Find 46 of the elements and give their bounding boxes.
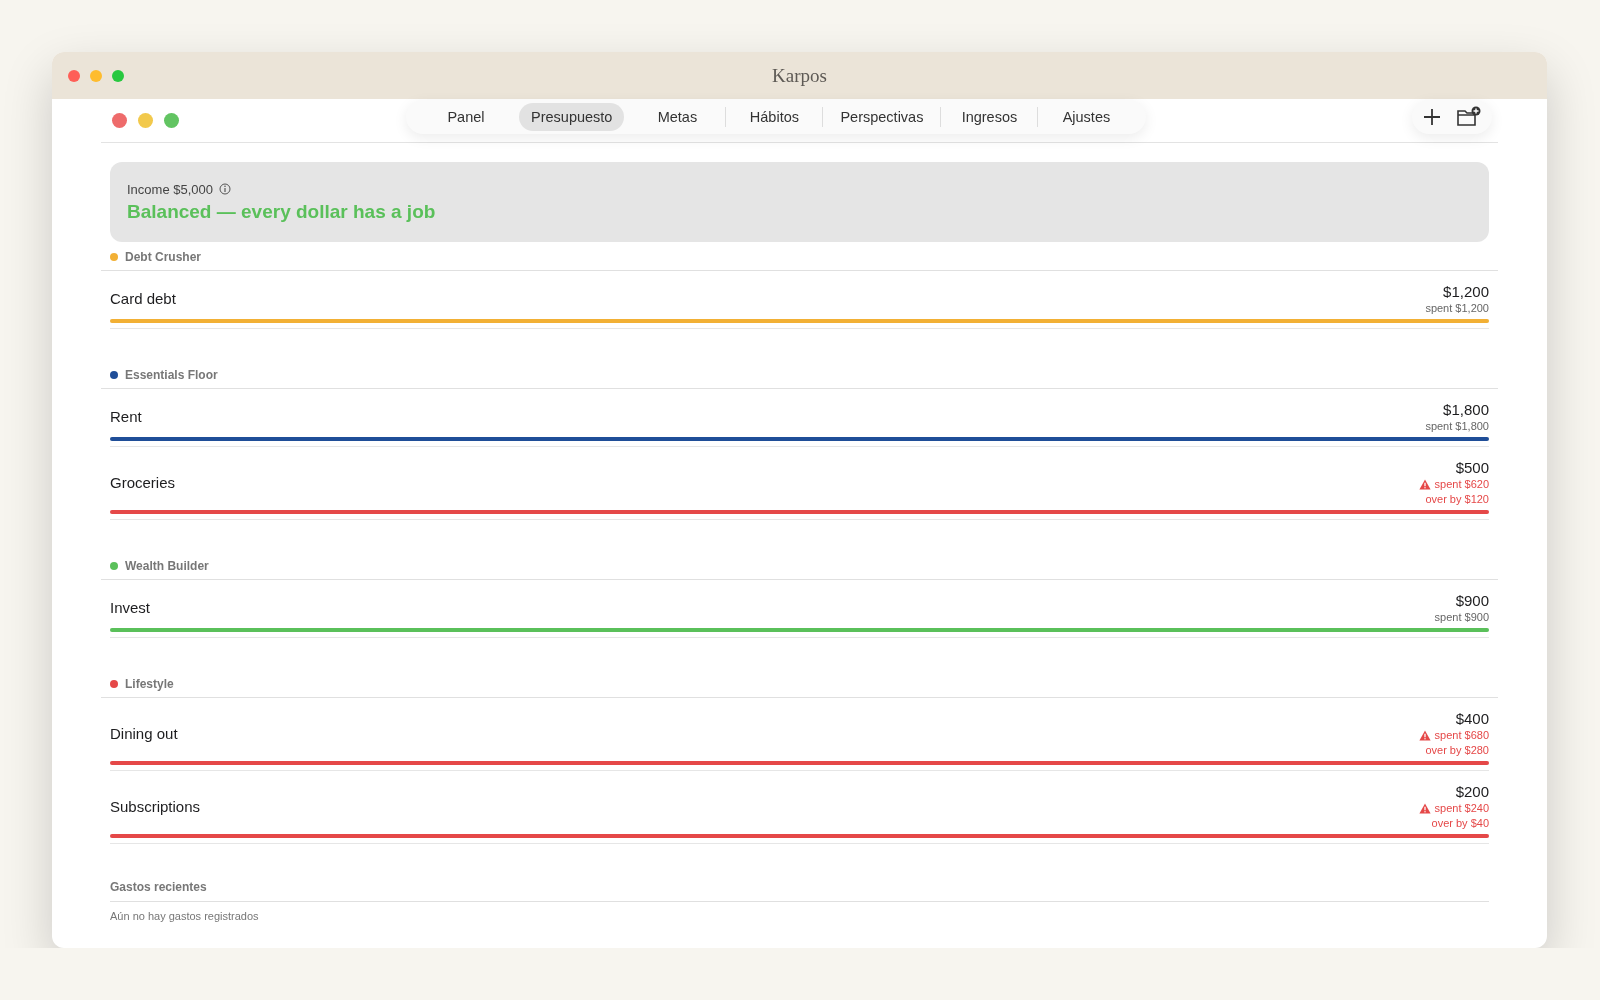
budget-name: Rent [110, 408, 142, 425]
budget-name: Dining out [110, 724, 178, 742]
tab[interactable]: Hábitos [731, 103, 818, 131]
overspent-amount: over by $120 [1425, 493, 1489, 505]
overspent-amount: over by $40 [1431, 817, 1489, 829]
spent-amount: spent $240 [1434, 802, 1489, 814]
category-heading: Essentials Floor [125, 368, 218, 382]
budget-amount: $400 [1455, 710, 1489, 727]
budget-amount: $200 [1455, 783, 1489, 800]
spent-amount: spent $900 [1434, 611, 1489, 623]
spent-amount: spent $680 [1434, 729, 1489, 741]
budget-amount: $1,200 [1443, 283, 1489, 300]
tab[interactable]: Panel [423, 103, 509, 131]
minimize-button[interactable] [90, 69, 102, 82]
window-title: Karpos [772, 64, 827, 87]
spent-amount: spent $1,200 [1425, 302, 1489, 314]
budget-amount: $1,800 [1443, 401, 1489, 418]
spent-amount: spent $620 [1434, 478, 1489, 490]
section-heading: Gastos recientes [110, 880, 1489, 902]
zoom-button[interactable] [164, 113, 179, 128]
tab[interactable]: Ingresos [946, 103, 1033, 131]
tab[interactable]: Presupuesto [519, 103, 625, 131]
empty-message: Aún no hay gastos registrados [110, 910, 259, 922]
budget-amount: $500 [1455, 459, 1489, 476]
close-button[interactable] [68, 69, 80, 82]
budget-name: Card debt [110, 290, 176, 307]
tab[interactable]: Perspectivas [828, 103, 936, 131]
overspent-amount: over by $280 [1425, 744, 1489, 756]
status-message: Balanced — every dollar has a job [127, 200, 437, 223]
budget-name: Invest [110, 599, 151, 616]
info-icon[interactable] [219, 183, 231, 195]
minimize-button[interactable] [138, 113, 153, 128]
income-label: Income $5,000 [127, 181, 213, 197]
tab[interactable]: Metas [634, 103, 721, 131]
budget-amount: $900 [1455, 592, 1489, 609]
zoom-button[interactable] [112, 69, 124, 82]
category-heading: Wealth Builder [125, 559, 209, 573]
close-button[interactable] [112, 113, 127, 128]
budget-name: Groceries [110, 473, 176, 491]
plus-icon [1422, 107, 1442, 127]
category-heading: Lifestyle [125, 677, 174, 691]
spent-amount: spent $1,800 [1425, 420, 1489, 432]
folder-plus-icon [1456, 106, 1482, 128]
category-heading: Debt Crusher [125, 250, 201, 264]
tab[interactable]: Ajustes [1043, 103, 1130, 131]
budget-name: Subscriptions [110, 797, 201, 815]
